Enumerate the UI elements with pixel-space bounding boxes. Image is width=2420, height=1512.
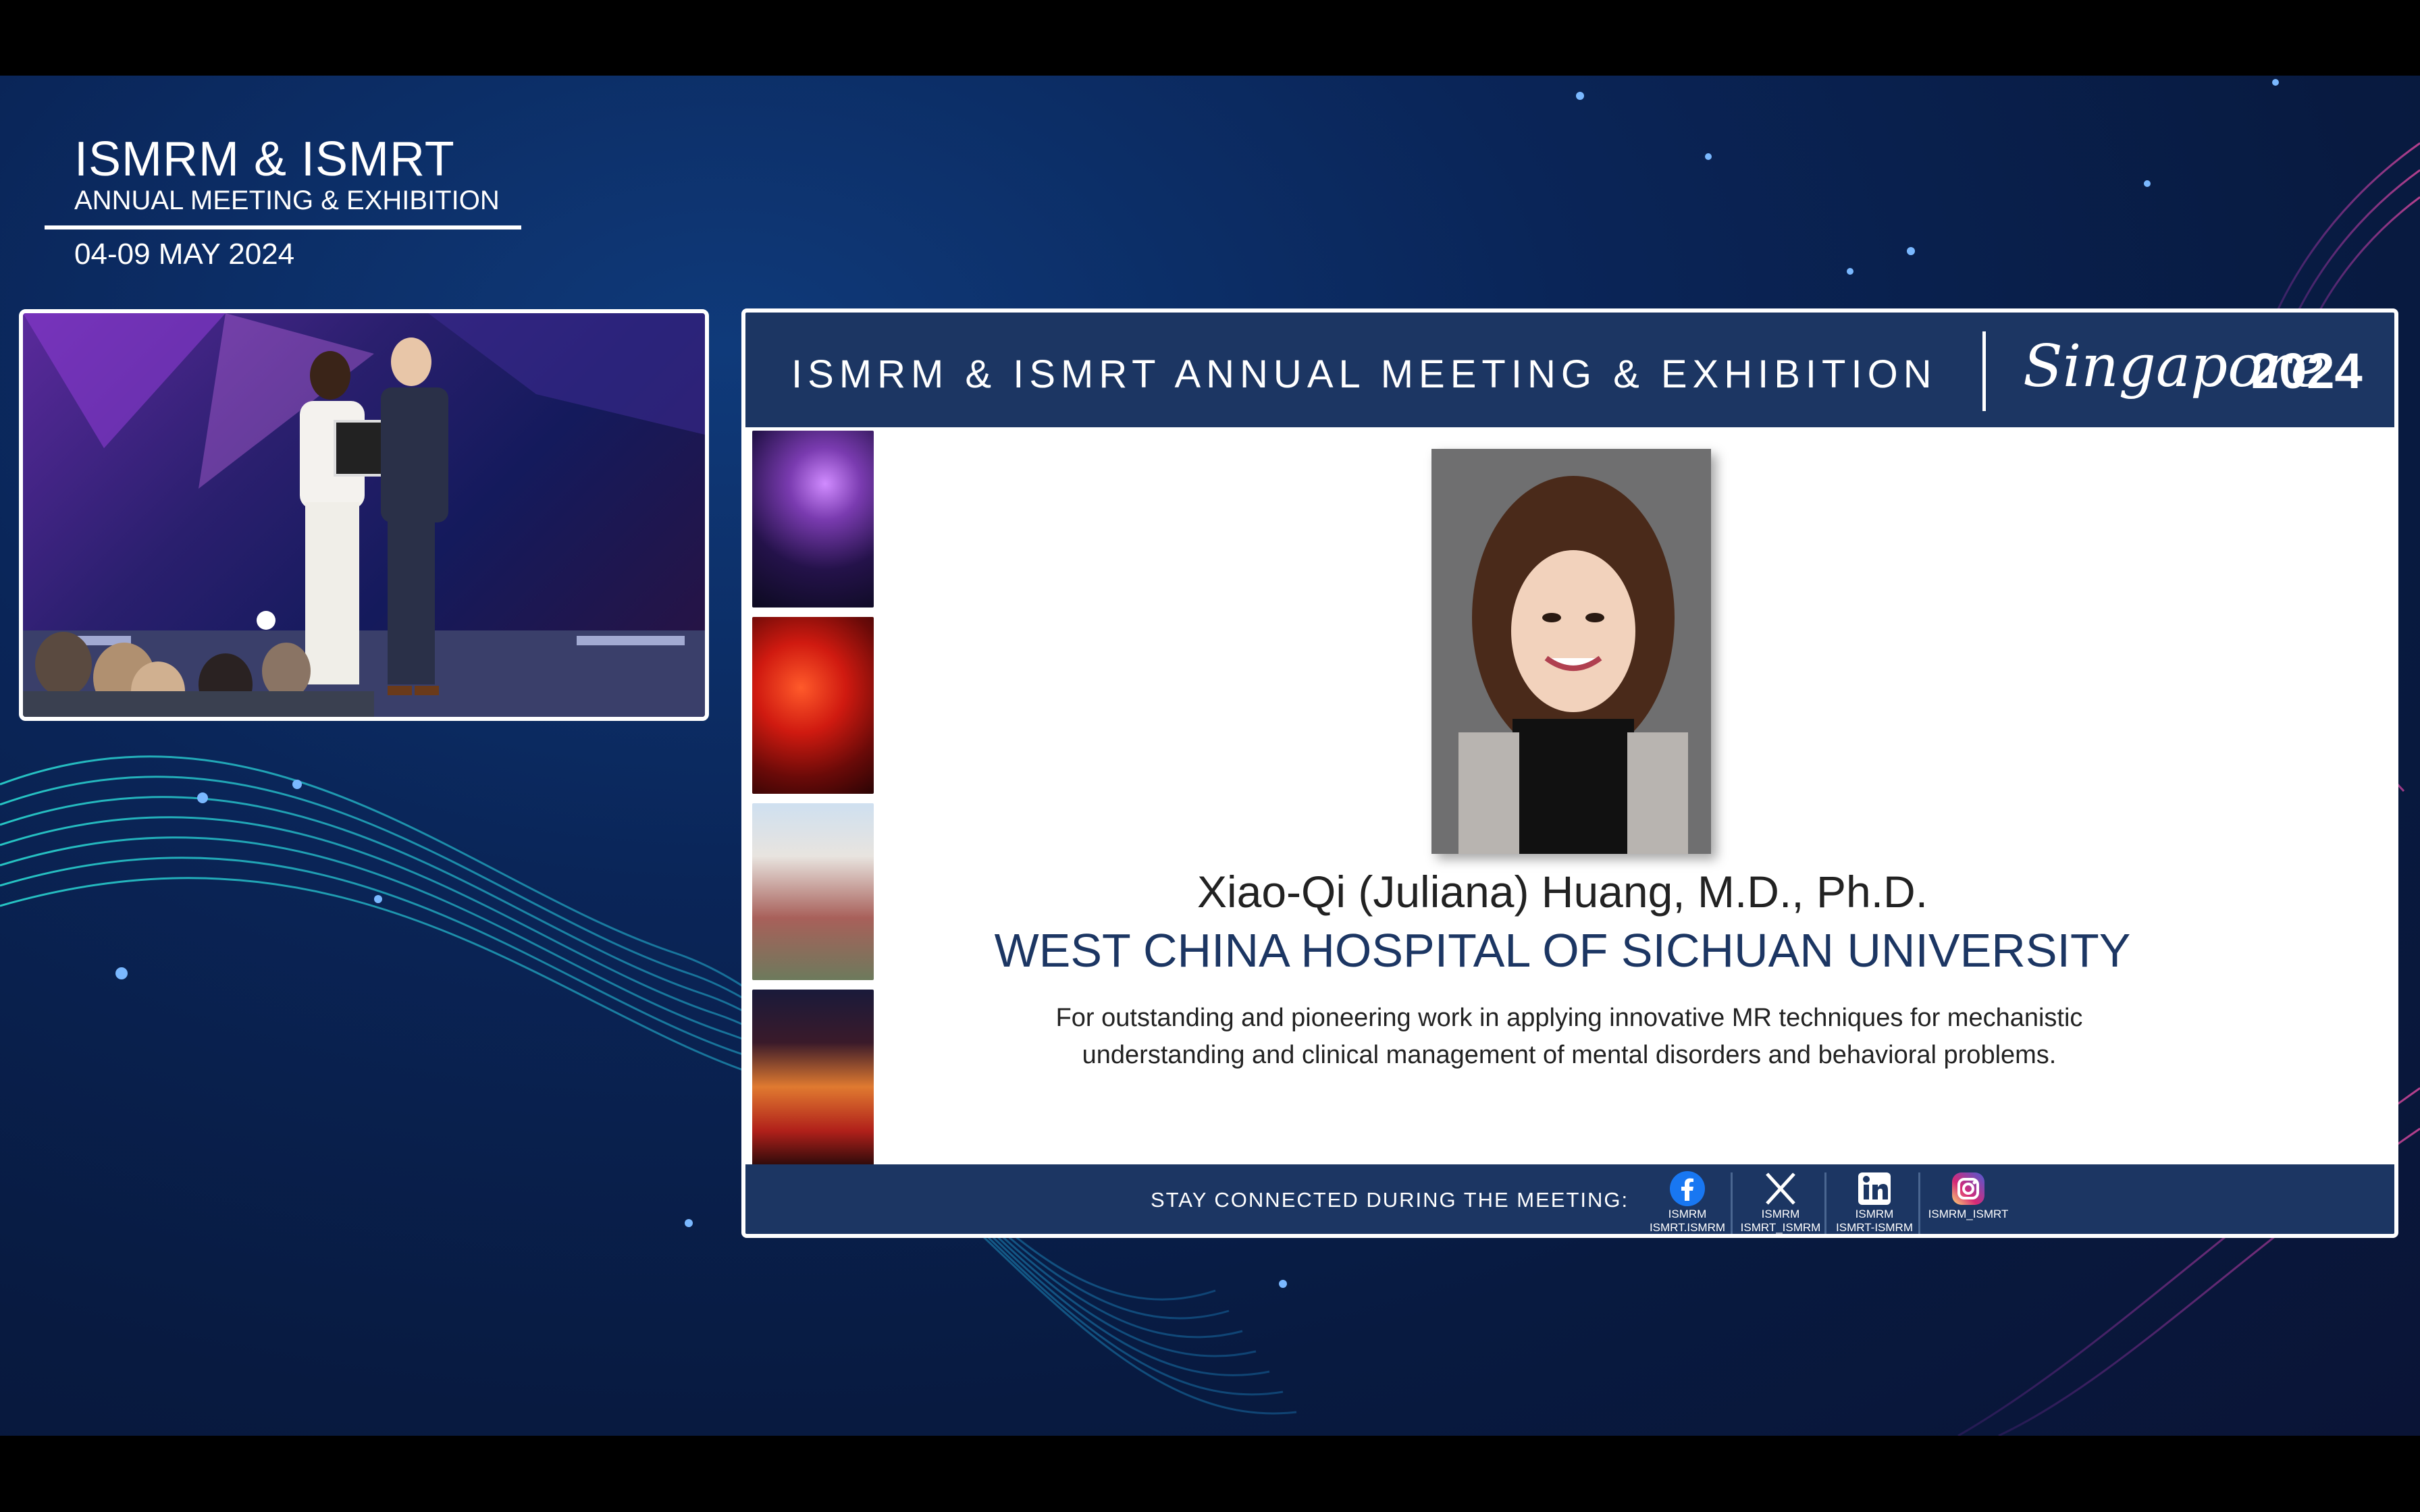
- social-handle: ISMRM: [1855, 1208, 1894, 1220]
- slide-header: ISMRM & ISMRT ANNUAL MEETING & EXHIBITIO…: [745, 313, 2394, 427]
- social-handle-secondary: ISMRT.ISMRM: [1649, 1221, 1726, 1234]
- conference-dates: 04-09 MAY 2024: [74, 238, 295, 271]
- footer-label: STAY CONNECTED DURING THE MEETING:: [1151, 1188, 1629, 1212]
- social-facebook: ISMRM ISMRT.ISMRM: [1643, 1170, 1731, 1234]
- awardee-name: Xiao-Qi (Juliana) Huang, M.D., Ph.D.: [1196, 867, 1928, 917]
- temple-photo: [752, 990, 874, 1166]
- singapore-photo-strip: [752, 431, 874, 1176]
- award-citation: For outstanding and pioneering work in a…: [1055, 1004, 2083, 1069]
- social-separator: [1824, 1172, 1826, 1234]
- video-scene: [23, 313, 705, 717]
- slide-header-year: 2024: [2251, 343, 2363, 399]
- social-handle: ISMRM: [1668, 1208, 1707, 1220]
- conference-title: ISMRM & ISMRT: [74, 132, 455, 186]
- facebook-icon: [1670, 1171, 1705, 1206]
- live-video-feed[interactable]: [19, 309, 709, 721]
- title-divider: [45, 225, 521, 230]
- portrait-graphic: [1431, 449, 1711, 854]
- letterbox-bottom: [0, 1436, 2420, 1512]
- x-icon: [1766, 1172, 1795, 1205]
- header-divider: [1982, 331, 1986, 411]
- stream-frame: ISMRM & ISMRT ANNUAL MEETING & EXHIBITIO…: [0, 0, 2420, 1512]
- awardee-portrait: [1431, 449, 1711, 854]
- social-separator: [1731, 1172, 1733, 1234]
- linkedin-icon: [1858, 1172, 1891, 1205]
- awardee-institution: WEST CHINA HOSPITAL OF SICHUAN UNIVERSIT…: [994, 924, 2131, 977]
- award-slide: ISMRM & ISMRT ANNUAL MEETING & EXHIBITIO…: [741, 308, 2398, 1238]
- social-x: ISMRM ISMRT_ISMRM: [1737, 1170, 1824, 1234]
- conference-subtitle: ANNUAL MEETING & EXHIBITION: [74, 186, 500, 215]
- slide-header-title: ISMRM & ISMRT ANNUAL MEETING & EXHIBITIO…: [791, 352, 1937, 396]
- social-separator: [1918, 1172, 1920, 1234]
- social-handle-secondary: ISMRT_ISMRM: [1740, 1221, 1821, 1234]
- letterbox-top: [0, 0, 2420, 76]
- social-linkedin: ISMRM ISMRT-ISMRM: [1831, 1170, 1918, 1234]
- instagram-icon: [1952, 1172, 1984, 1205]
- social-handle: ISMRM_ISMRT: [1928, 1208, 2009, 1220]
- social-handle: ISMRM: [1761, 1208, 1800, 1220]
- supertree-photo: [752, 431, 874, 608]
- social-instagram: ISMRM_ISMRT: [1924, 1170, 2012, 1221]
- lanterns-photo: [752, 617, 874, 794]
- social-handle-secondary: ISMRT-ISMRM: [1836, 1221, 1913, 1234]
- slide-footer: STAY CONNECTED DURING THE MEETING: ISMRM…: [745, 1164, 2394, 1234]
